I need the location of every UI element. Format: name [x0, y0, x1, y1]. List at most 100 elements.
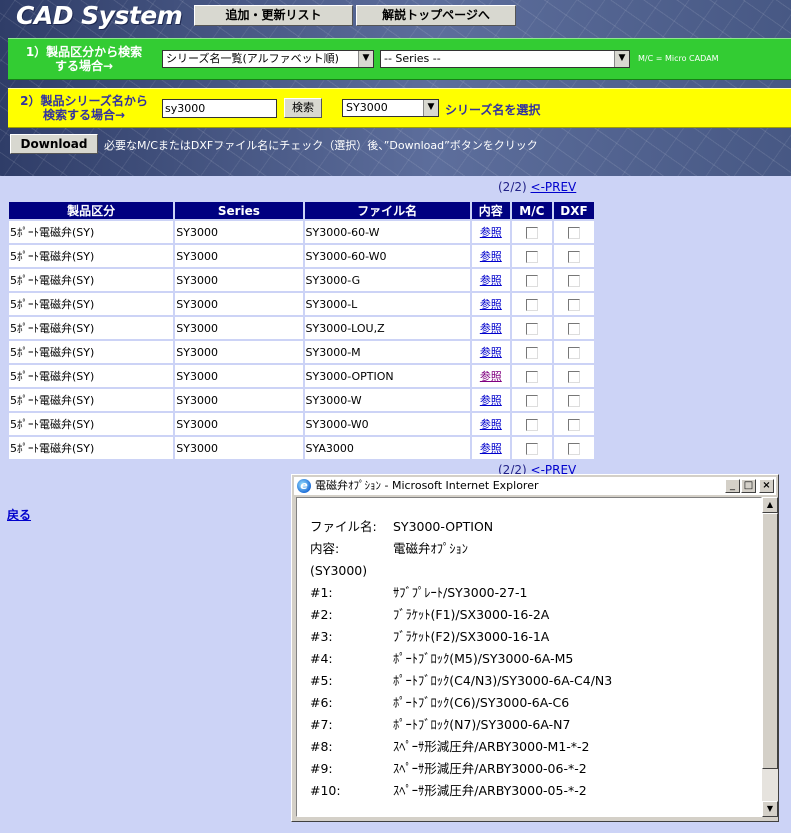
category-search-label: 1）製品区分から検索 する場合→ — [25, 45, 143, 73]
series-search-input[interactable]: sy3000 — [162, 99, 277, 118]
cell-series: SY3000 — [175, 341, 303, 363]
prev-link[interactable]: <-PREV — [531, 180, 577, 194]
download-note: 必要なM/CまたはDXFファイル名にチェック（選択）後、”Download”ボタ… — [104, 139, 538, 152]
view-link[interactable]: 参照 — [480, 370, 502, 383]
cell-series: SY3000 — [175, 317, 303, 339]
dxf-checkbox[interactable] — [567, 298, 580, 311]
cell-series: SY3000 — [175, 245, 303, 267]
view-link[interactable]: 参照 — [480, 442, 502, 455]
scroll-thumb[interactable] — [762, 513, 778, 769]
view-link[interactable]: 参照 — [480, 418, 502, 431]
view-link[interactable]: 参照 — [480, 322, 502, 335]
list-item: #9: ｽﾍﾟｰｻ形減圧弁/ARBY3000-06-*-2 — [310, 761, 587, 776]
file-table: 製品区分 Series ファイル名 内容 M/C DXF 5ﾎﾟｰﾄ電磁弁(SY… — [7, 200, 596, 461]
list-item: #6: ﾎﾟｰﾄﾌﾞﾛｯｸ(C6)/SY3000-6A-C6 — [310, 695, 570, 710]
maximize-icon[interactable]: □ — [741, 479, 756, 493]
cell-category: 5ﾎﾟｰﾄ電磁弁(SY) — [9, 341, 174, 363]
table-row: 5ﾎﾟｰﾄ電磁弁(SY) SY3000 SY3000-W 参照 — [9, 389, 594, 411]
popup-content: ファイル名: SY3000-OPTION 内容: 電磁弁ｵﾌﾟｼｮﾝ (SY30… — [296, 497, 762, 817]
content-label: 内容: — [310, 541, 340, 556]
view-link[interactable]: 参照 — [480, 298, 502, 311]
close-icon[interactable]: × — [759, 479, 774, 493]
cell-file: SY3000-OPTION — [304, 365, 470, 387]
list-item: #8: ｽﾍﾟｰｻ形減圧弁/ARBY3000-M1-*-2 — [310, 739, 590, 754]
pager-top: (2/2) <-PREV — [498, 180, 577, 194]
back-link[interactable]: 戻る — [7, 506, 31, 523]
page-header: CAD System 追加・更新リスト 解説トップページへ 1）製品区分から検索… — [0, 0, 791, 176]
series-line: (SY3000) — [310, 563, 368, 578]
cell-series: SY3000 — [175, 269, 303, 291]
list-item: #2: ﾌﾞﾗｹｯﾄ(F1)/SX3000-16-2A — [310, 607, 550, 622]
view-link[interactable]: 参照 — [480, 226, 502, 239]
dxf-checkbox[interactable] — [567, 250, 580, 263]
mc-checkbox[interactable] — [525, 418, 538, 431]
popup-titlebar[interactable]: e 電磁弁ｵﾌﾟｼｮﾝ - Microsoft Internet Explore… — [294, 477, 776, 495]
dxf-checkbox[interactable] — [567, 226, 580, 239]
series-search-row: 2）製品シリーズ名から 検索する場合→ sy3000 検索 SY3000 ▼ シ… — [8, 88, 791, 128]
dxf-checkbox[interactable] — [567, 418, 580, 431]
dxf-checkbox[interactable] — [567, 442, 580, 455]
cell-category: 5ﾎﾟｰﾄ電磁弁(SY) — [9, 221, 174, 243]
cell-series: SY3000 — [175, 365, 303, 387]
list-item: #1: ｻﾌﾞﾌﾟﾚｰﾄ/SY3000-27-1 — [310, 585, 528, 600]
list-item: #10: ｽﾍﾟｰｻ形減圧弁/ARBY3000-05-*-2 — [310, 783, 587, 798]
view-link[interactable]: 参照 — [480, 346, 502, 359]
mc-checkbox[interactable] — [525, 298, 538, 311]
mc-checkbox[interactable] — [525, 226, 538, 239]
file-name-line: ファイル名: SY3000-OPTION — [310, 516, 761, 538]
mc-checkbox[interactable] — [525, 322, 538, 335]
table-row: 5ﾎﾟｰﾄ電磁弁(SY) SY3000 SY3000-W0 参照 — [9, 413, 594, 435]
view-link[interactable]: 参照 — [480, 250, 502, 263]
top-page-button[interactable]: 解説トップページへ — [356, 5, 516, 26]
series-name-select[interactable]: SY3000 ▼ — [342, 99, 439, 117]
series-select[interactable]: -- Series -- ▼ — [380, 50, 630, 68]
dxf-checkbox[interactable] — [567, 274, 580, 287]
mc-checkbox[interactable] — [525, 394, 538, 407]
popup-title: 電磁弁ｵﾌﾟｼｮﾝ - Microsoft Internet Explorer — [315, 479, 539, 492]
popup-scrollbar[interactable]: ▲ ▼ — [762, 497, 778, 817]
dxf-checkbox[interactable] — [567, 346, 580, 359]
chevron-down-icon: ▼ — [423, 100, 438, 116]
ie-icon: e — [297, 479, 311, 493]
file-name-value: SY3000-OPTION — [393, 519, 494, 534]
cell-file: SY3000-G — [304, 269, 470, 291]
dxf-checkbox[interactable] — [567, 322, 580, 335]
logo: CAD System — [16, 1, 183, 30]
dxf-checkbox[interactable] — [567, 370, 580, 383]
mc-checkbox[interactable] — [525, 274, 538, 287]
cell-category: 5ﾎﾟｰﾄ電磁弁(SY) — [9, 293, 174, 315]
mc-checkbox[interactable] — [525, 250, 538, 263]
view-link[interactable]: 参照 — [480, 394, 502, 407]
scroll-down-icon[interactable]: ▼ — [762, 801, 778, 817]
cell-category: 5ﾎﾟｰﾄ電磁弁(SY) — [9, 317, 174, 339]
cell-file: SY3000-LOU,Z — [304, 317, 470, 339]
table-header-row: 製品区分 Series ファイル名 内容 M/C DXF — [9, 202, 594, 219]
category-search-row: 1）製品区分から検索 する場合→ シリーズ名一覧(アルファベット順) ▼ -- … — [8, 38, 791, 80]
category-select[interactable]: シリーズ名一覧(アルファベット順) ▼ — [162, 50, 374, 68]
search-button[interactable]: 検索 — [284, 98, 322, 118]
table-row: 5ﾎﾟｰﾄ電磁弁(SY) SY3000 SY3000-LOU,Z 参照 — [9, 317, 594, 339]
dxf-checkbox[interactable] — [567, 394, 580, 407]
cell-file: SY3000-M — [304, 341, 470, 363]
minimize-icon[interactable]: _ — [725, 479, 740, 493]
mc-checkbox[interactable] — [525, 442, 538, 455]
cell-file: SY3000-L — [304, 293, 470, 315]
table-row: 5ﾎﾟｰﾄ電磁弁(SY) SY3000 SYA3000 参照 — [9, 437, 594, 459]
list-item: #7: ﾎﾟｰﾄﾌﾞﾛｯｸ(N7)/SY3000-6A-N7 — [310, 717, 571, 732]
update-list-button[interactable]: 追加・更新リスト — [194, 5, 353, 26]
cell-category: 5ﾎﾟｰﾄ電磁弁(SY) — [9, 365, 174, 387]
table-row: 5ﾎﾟｰﾄ電磁弁(SY) SY3000 SY3000-L 参照 — [9, 293, 594, 315]
list-item: #4: ﾎﾟｰﾄﾌﾞﾛｯｸ(M5)/SY3000-6A-M5 — [310, 651, 574, 666]
mc-checkbox[interactable] — [525, 346, 538, 359]
cell-category: 5ﾎﾟｰﾄ電磁弁(SY) — [9, 245, 174, 267]
chevron-down-icon: ▼ — [358, 51, 373, 67]
col-header-category: 製品区分 — [9, 202, 174, 219]
chevron-down-icon: ▼ — [614, 51, 629, 67]
scroll-up-icon[interactable]: ▲ — [762, 497, 778, 513]
cell-series: SY3000 — [175, 221, 303, 243]
view-link[interactable]: 参照 — [480, 274, 502, 287]
series-select-note: シリーズ名を選択 — [445, 103, 541, 117]
col-header-dxf: DXF — [553, 202, 594, 219]
mc-checkbox[interactable] — [525, 370, 538, 383]
download-button[interactable]: Download — [10, 134, 98, 154]
